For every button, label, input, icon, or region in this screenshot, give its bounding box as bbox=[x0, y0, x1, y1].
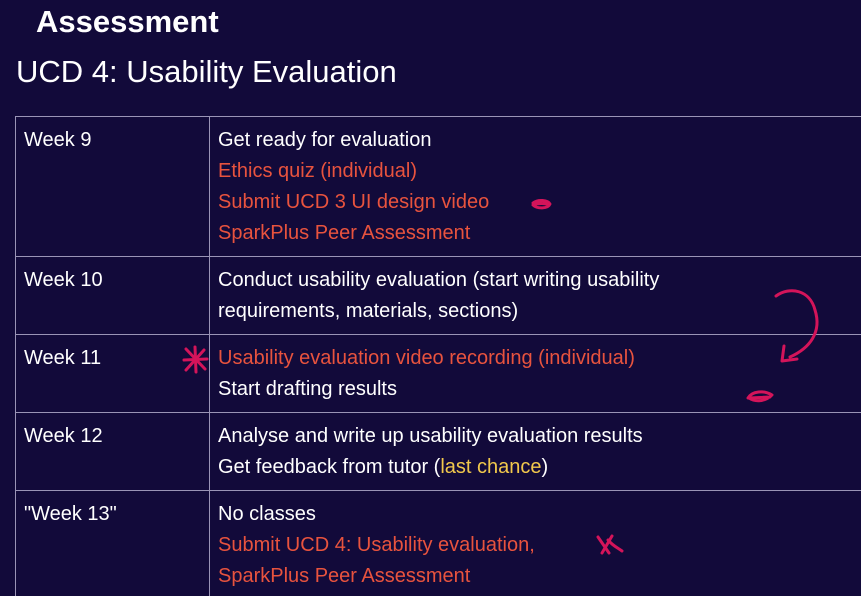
activity-text: Submit UCD 4: Usability evaluation, bbox=[218, 534, 535, 556]
activity-line: Analyse and write up usability evaluatio… bbox=[218, 421, 856, 452]
activity-text: SparkPlus Peer Assessment bbox=[218, 222, 471, 244]
week-cell: Week 12 bbox=[15, 412, 210, 491]
activity-text: SparkPlus Peer Assessment bbox=[218, 565, 471, 587]
schedule-row: Week 12 Analyse and write up usability ev… bbox=[15, 412, 861, 491]
activity-text: No classes bbox=[218, 503, 316, 525]
activity-line: Usability evaluation video recording (in… bbox=[218, 343, 856, 374]
week-cell: Week 11 bbox=[15, 334, 210, 413]
activity-cell: Analyse and write up usability evaluatio… bbox=[209, 412, 861, 491]
activity-text: ) bbox=[541, 456, 549, 478]
activity-line: requirements, materials, sections) bbox=[218, 296, 856, 327]
section-label: Assessment bbox=[36, 4, 219, 39]
activity-line: Ethics quiz (individual) bbox=[218, 156, 856, 187]
activity-cell: Conduct usability evaluation (start writ… bbox=[209, 256, 861, 335]
schedule-row: Week 9 Get ready for evaluation Ethics qui… bbox=[15, 116, 861, 257]
activity-cell: Usability evaluation video recording (in… bbox=[209, 334, 861, 413]
activity-text: Conduct usability evaluation (start writ… bbox=[218, 269, 660, 291]
activity-line: Conduct usability evaluation (start writ… bbox=[218, 265, 856, 296]
week-cell: Week 9 bbox=[15, 116, 210, 257]
activity-text: Get feedback from tutor ( bbox=[218, 456, 441, 478]
activity-text: Usability evaluation video recording (in… bbox=[218, 347, 635, 369]
activity-text: Start drafting results bbox=[218, 378, 397, 400]
activity-line: Submit UCD 4: Usability evaluation, bbox=[218, 530, 856, 561]
schedule-table-body: Week 9 Get ready for evaluation Ethics qui… bbox=[15, 116, 861, 596]
schedule-row: Week 10 Conduct usability evaluation (sta… bbox=[15, 256, 861, 335]
activity-line: SparkPlus Peer Assessment bbox=[218, 561, 856, 592]
week-cell: "Week 13" bbox=[15, 490, 210, 596]
activity-text: Ethics quiz (individual) bbox=[218, 160, 417, 182]
schedule-table: Week 9 Get ready for evaluation Ethics qui… bbox=[15, 116, 861, 596]
activity-line: Submit UCD 3 UI design video bbox=[218, 187, 856, 218]
schedule-row: Week 11 Usability evaluation video record… bbox=[15, 334, 861, 413]
activity-text: last chance bbox=[440, 456, 542, 478]
schedule-row: "Week 13" No classes Submit UCD 4: Usabili… bbox=[15, 490, 861, 596]
activity-text: Analyse and write up usability evaluatio… bbox=[218, 425, 643, 447]
activity-cell: Get ready for evaluation Ethics quiz (ind… bbox=[209, 116, 861, 257]
slide: Assessment UCD 4: Usability Evaluation W… bbox=[0, 0, 861, 596]
activity-line: No classes bbox=[218, 499, 856, 530]
activity-line: Start drafting results bbox=[218, 374, 856, 405]
slide-title: UCD 4: Usability Evaluation bbox=[16, 54, 397, 89]
activity-text: requirements, materials, sections) bbox=[218, 300, 519, 322]
activity-line: Get ready for evaluation bbox=[218, 125, 856, 156]
week-cell: Week 10 bbox=[15, 256, 210, 335]
activity-cell: No classes Submit UCD 4: Usability evalua… bbox=[209, 490, 861, 596]
activity-text: Get ready for evaluation bbox=[218, 129, 432, 151]
activity-line: Get feedback from tutor (last chance) bbox=[218, 452, 856, 483]
activity-text: Submit UCD 3 UI design video bbox=[218, 191, 490, 213]
activity-line: SparkPlus Peer Assessment bbox=[218, 218, 856, 249]
